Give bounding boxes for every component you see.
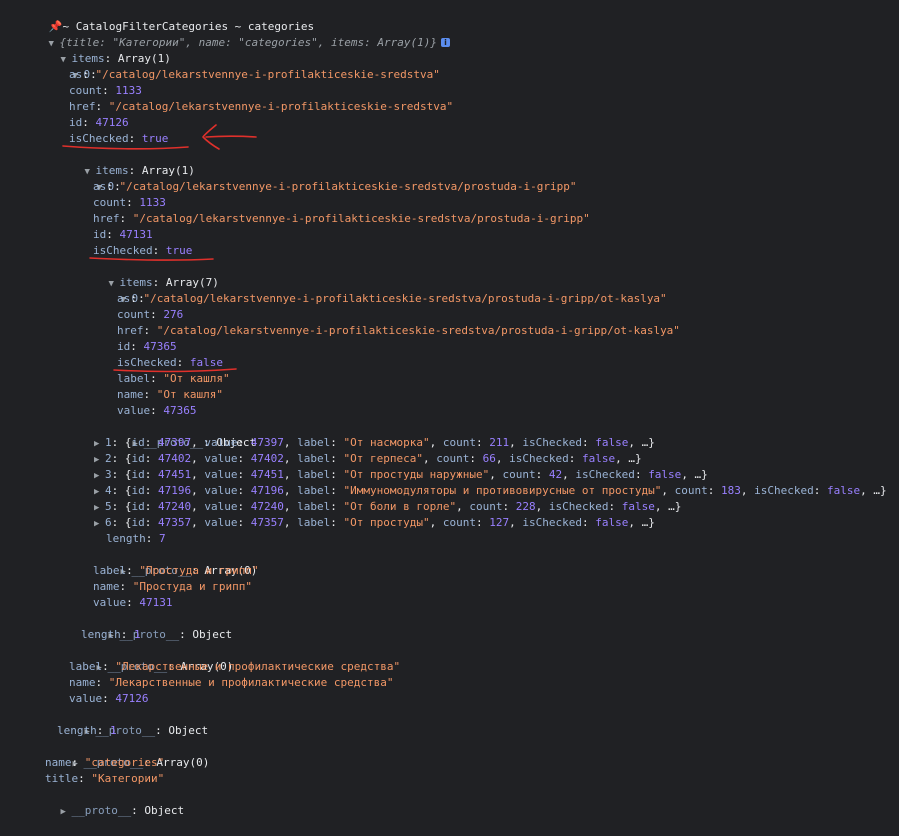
collapsed-item-row[interactable]: ▶ 3: {id: 47451, value: 47451, label: "От… xyxy=(0,467,899,483)
expand-arrow-icon[interactable]: ▶ xyxy=(94,436,105,452)
prop-as: as: "/catalog/lekarstvennye-i-profilakti… xyxy=(69,68,440,81)
prop-ischecked: isChecked: true xyxy=(69,132,169,145)
prop-count: count: 1133 xyxy=(69,84,142,97)
items-row[interactable]: ▼ items: Array(7) xyxy=(0,259,899,289)
collapsed-item-row[interactable]: ▶ 5: {id: 47240, value: 47240, label: "От… xyxy=(0,499,899,515)
prop-label: label: "Простуда и грипп" xyxy=(93,564,259,577)
prop-name: name: "Простуда и грипп" xyxy=(93,580,252,593)
object-summary-row[interactable]: ▼ {title: "Категории", name: "categories"… xyxy=(0,19,899,49)
prop-as: as: "/catalog/lekarstvennye-i-profilakti… xyxy=(117,292,667,305)
expand-arrow-icon[interactable]: ▶ xyxy=(94,484,105,500)
items-row[interactable]: ▼ items: Array(1) xyxy=(0,147,899,177)
prop-label: label: "Лекарственные и профилактические… xyxy=(69,660,401,673)
proto-row[interactable]: ▶ __proto__: Object xyxy=(0,787,899,817)
prop-value: value: 47131 xyxy=(93,596,173,609)
items-row[interactable]: ▼ items: Array(1) xyxy=(0,35,899,65)
proto-row[interactable]: ▶ __proto__: Object xyxy=(0,419,899,449)
prop-ischecked: isChecked: true xyxy=(93,244,193,257)
collapsed-item-row[interactable]: ▶ 4: {id: 47196, value: 47196, label: "Им… xyxy=(0,483,899,499)
collapsed-item-row[interactable]: ▶ 6: {id: 47357, value: 47357, label: "От… xyxy=(0,515,899,531)
prop-href: href: "/catalog/lekarstvennye-i-profilak… xyxy=(69,100,454,113)
log-header: 📌~ CatalogFilterCategories ~ categories xyxy=(0,3,899,33)
proto-row[interactable]: ▶ __proto__: Object xyxy=(0,707,899,737)
prop-ischecked: isChecked: false xyxy=(117,356,223,369)
proto-row[interactable]: ▶ __proto__: Array(0) xyxy=(0,547,899,577)
collapsed-item-row[interactable]: ▶ 1: {id: 47397, value: 47397, label: "От… xyxy=(0,435,899,451)
prop-value: value: 47365 xyxy=(117,404,197,417)
prop-count: count: 276 xyxy=(117,308,184,321)
items-0-row[interactable]: ▼ 0: xyxy=(0,51,899,81)
prop-id: id: 47131 xyxy=(93,228,153,241)
expand-arrow-icon[interactable]: ▶ xyxy=(94,468,105,484)
proto-row[interactable]: ▶ __proto__: Array(0) xyxy=(0,643,899,673)
expand-arrow-icon[interactable]: ▶ xyxy=(94,452,105,468)
prop-title: title: "Категории" xyxy=(45,772,165,785)
prop-label: label: "От кашля" xyxy=(117,372,230,385)
items-0-row[interactable]: ▼ 0: xyxy=(0,163,899,193)
devtools-console-output: 📌~ CatalogFilterCategories ~ categories … xyxy=(0,3,899,817)
prop-length: length: 7 xyxy=(106,532,166,545)
prop-href: href: "/catalog/lekarstvennye-i-profilak… xyxy=(93,212,590,225)
proto-row[interactable]: ▶ __proto__: Object xyxy=(0,611,899,641)
prop-length: length: 1 xyxy=(57,724,117,737)
prop-name: name: "Лекарственные и профилактические … xyxy=(69,676,394,689)
prop-value: value: 47126 xyxy=(69,692,149,705)
prop-as: as: "/catalog/lekarstvennye-i-profilakti… xyxy=(93,180,577,193)
prop-id: id: 47126 xyxy=(69,116,129,129)
expand-arrow-icon[interactable]: ▶ xyxy=(94,500,105,516)
prop-href: href: "/catalog/lekarstvennye-i-profilak… xyxy=(117,324,680,337)
proto-row[interactable]: ▶ __proto__: Array(0) xyxy=(0,739,899,769)
prop-length: length: 1 xyxy=(81,628,141,641)
items-0-row[interactable]: ▼ 0: xyxy=(0,275,899,305)
prop-name: name: "От кашля" xyxy=(117,388,223,401)
prop-name: name: "categories" xyxy=(45,756,165,769)
expand-arrow-icon[interactable]: ▶ xyxy=(94,516,105,532)
prop-count: count: 1133 xyxy=(93,196,166,209)
expand-arrow-icon[interactable]: ▶ xyxy=(61,804,72,820)
prop-id: id: 47365 xyxy=(117,340,177,353)
collapsed-item-row[interactable]: ▶ 2: {id: 47402, value: 47402, label: "От… xyxy=(0,451,899,467)
